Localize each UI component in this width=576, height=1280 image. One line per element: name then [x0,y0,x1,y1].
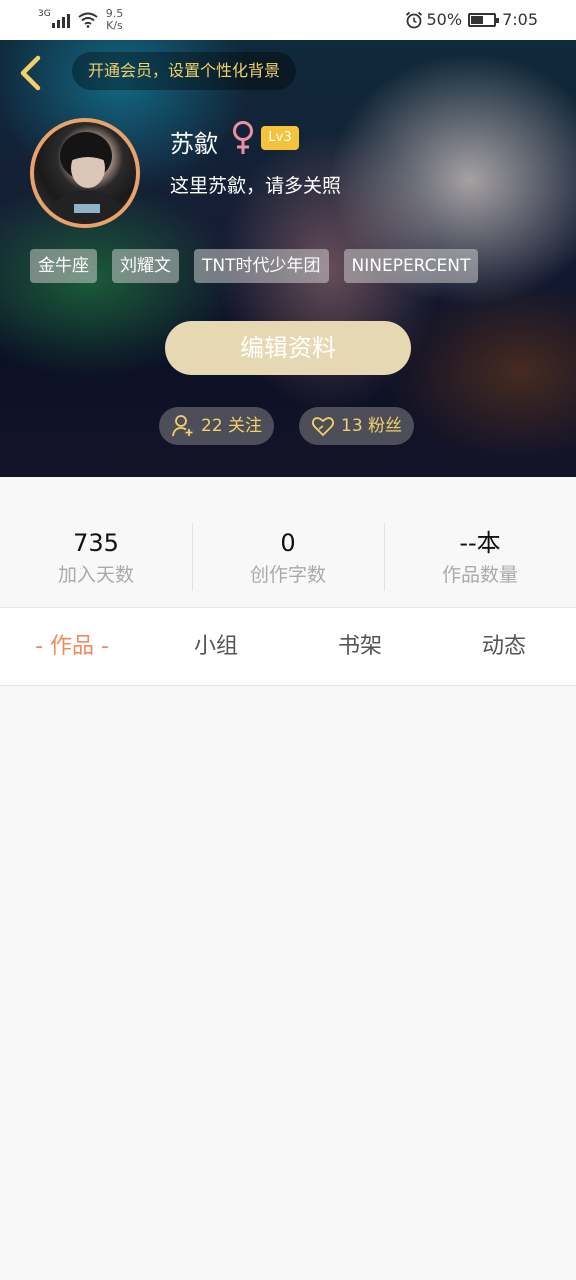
tab-groups[interactable]: 小组 [144,608,288,685]
stat-value: 735 [73,529,119,557]
edit-profile-button[interactable]: 编辑资料 [165,321,411,375]
network-type: 3G [38,9,51,19]
network-speed: 9.5 K/s [106,8,124,32]
clock: 7:05 [502,10,538,29]
tab-bar: - 作品 - 小组 书架 动态 [0,607,576,686]
vip-background-prompt[interactable]: 开通会员，设置个性化背景 [72,52,297,90]
tab-works[interactable]: - 作品 - [0,608,144,685]
followers-label: 13 粉丝 [341,416,403,436]
tab-bookshelf[interactable]: 书架 [288,608,432,685]
tag[interactable]: 金牛座 [30,249,97,283]
battery-icon [468,12,500,27]
stats-bar: 735 加入天数 0 创作字数 --本 作品数量 [0,477,576,607]
tag-list: 金牛座 刘耀文 TNT时代少年团 NINEPERCENT [30,249,479,283]
stat-word-count: 0 创作字数 [192,477,384,607]
battery-fill [471,15,484,24]
speed-unit: K/s [106,19,123,32]
stat-label: 创作字数 [249,564,326,586]
tab-activity[interactable]: 动态 [432,608,576,685]
heart-icon [311,417,335,437]
username: 苏歙 [170,130,218,158]
tag[interactable]: NINEPERCENT [343,249,479,283]
female-icon [233,121,253,154]
battery-percent: 50% [426,10,463,29]
stat-label: 加入天数 [57,564,134,586]
signal-icon [51,12,70,28]
stat-works-count: --本 作品数量 [384,477,576,607]
back-icon[interactable] [16,54,44,92]
following-button[interactable]: 22 关注 [159,407,275,445]
stat-label: 作品数量 [441,564,518,586]
status-left: 3G 9.5 K/s [38,8,123,32]
wifi-icon [78,12,98,28]
followers-button[interactable]: 13 粉丝 [299,407,415,445]
stat-days-joined: 735 加入天数 [0,477,192,607]
avatar-image [44,132,128,224]
level-badge: Lv3 [261,126,299,150]
following-label: 22 关注 [201,416,263,436]
tag[interactable]: 刘耀文 [112,249,179,283]
avatar[interactable] [30,118,140,228]
tab-content [0,686,576,1280]
stat-value: 0 [280,529,296,557]
add-user-icon [172,415,193,437]
status-right: 50% 7:05 [405,10,538,29]
stat-value: --本 [459,529,501,557]
bio: 这里苏歙，请多关照 [170,175,342,197]
tag[interactable]: TNT时代少年团 [194,249,329,283]
profile-header: 开通会员，设置个性化背景 苏歙 Lv3 这里苏歙，请多关照 金牛座 刘耀文 TN… [0,40,576,477]
status-bar: 3G 9.5 K/s 50% 7:05 [0,0,576,40]
alarm-icon [405,11,422,28]
